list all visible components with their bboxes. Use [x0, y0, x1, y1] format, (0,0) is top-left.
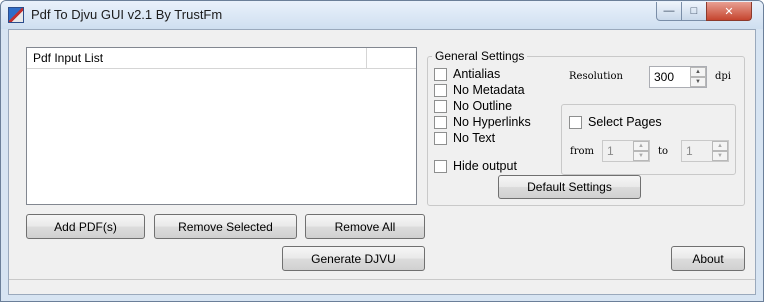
list-header: Pdf Input List — [27, 48, 416, 69]
resolution-spinner[interactable]: 300 ▲ ▼ — [649, 66, 707, 88]
to-spin-arrows: ▲ ▼ — [712, 141, 728, 161]
no-hyperlinks-checkbox[interactable] — [434, 115, 447, 129]
generate-djvu-button[interactable]: Generate DJVU — [282, 246, 425, 271]
no-hyperlinks-label: No Hyperlinks — [453, 115, 531, 129]
spin-up-icon: ▲ — [633, 141, 649, 151]
select-pages-label: Select Pages — [588, 115, 662, 129]
default-settings-button[interactable]: Default Settings — [498, 175, 641, 199]
from-page-spinner: 1 ▲ ▼ — [602, 140, 650, 162]
pdf-input-list[interactable]: Pdf Input List — [26, 47, 417, 205]
antialias-label: Antialias — [453, 67, 501, 81]
select-pages-option[interactable]: Select Pages — [569, 115, 662, 129]
no-text-label: No Text — [453, 131, 496, 145]
remove-all-button[interactable]: Remove All — [305, 214, 425, 239]
no-outline-label: No Outline — [453, 99, 513, 113]
close-button[interactable]: ✕ — [706, 2, 752, 21]
maximize-button[interactable]: □ — [681, 2, 707, 21]
title-bar[interactable]: Pdf To Djvu GUI v2.1 By TrustFm — □ ✕ — [1, 1, 763, 29]
no-metadata-checkbox[interactable] — [434, 83, 447, 97]
no-metadata-label: No Metadata — [453, 83, 525, 97]
general-settings-legend: General Settings — [432, 49, 528, 63]
antialias-option[interactable]: Antialias — [434, 67, 500, 81]
column-header-secondary[interactable] — [367, 48, 416, 69]
from-spin-arrows: ▲ ▼ — [633, 141, 649, 161]
no-text-checkbox[interactable] — [434, 131, 447, 145]
status-bar — [9, 279, 755, 294]
window-title: Pdf To Djvu GUI v2.1 By TrustFm — [31, 7, 223, 22]
column-header-pdf-input-list[interactable]: Pdf Input List — [27, 48, 367, 69]
no-hyperlinks-option[interactable]: No Hyperlinks — [434, 115, 531, 129]
spin-down-icon: ▼ — [633, 151, 649, 161]
app-window: Pdf To Djvu GUI v2.1 By TrustFm — □ ✕ Pd… — [0, 0, 764, 302]
from-page-value: 1 — [607, 144, 614, 158]
spin-up-icon[interactable]: ▲ — [690, 67, 706, 77]
to-page-value: 1 — [686, 144, 693, 158]
hide-output-checkbox[interactable] — [434, 159, 447, 173]
no-outline-checkbox[interactable] — [434, 99, 447, 113]
spin-up-icon: ▲ — [712, 141, 728, 151]
about-button[interactable]: About — [671, 246, 745, 271]
from-label: from — [570, 146, 594, 157]
resolution-value[interactable]: 300 — [654, 70, 674, 84]
remove-selected-button[interactable]: Remove Selected — [154, 214, 297, 239]
app-icon — [8, 7, 24, 23]
antialias-checkbox[interactable] — [434, 67, 447, 81]
minimize-button[interactable]: — — [656, 2, 682, 21]
to-label: to — [658, 146, 669, 157]
to-page-spinner: 1 ▲ ▼ — [681, 140, 729, 162]
resolution-label: Resolution — [569, 71, 623, 82]
no-text-option[interactable]: No Text — [434, 131, 495, 145]
resolution-spin-arrows[interactable]: ▲ ▼ — [690, 67, 706, 87]
client-area: Pdf Input List Add PDF(s) Remove Selecte… — [8, 29, 756, 295]
spin-down-icon: ▼ — [712, 151, 728, 161]
no-metadata-option[interactable]: No Metadata — [434, 83, 525, 97]
hide-output-option[interactable]: Hide output — [434, 159, 517, 173]
select-pages-checkbox[interactable] — [569, 115, 582, 129]
no-outline-option[interactable]: No Outline — [434, 99, 512, 113]
dpi-unit-label: dpi — [715, 71, 732, 82]
spin-down-icon[interactable]: ▼ — [690, 77, 706, 87]
hide-output-label: Hide output — [453, 159, 517, 173]
add-pdfs-button[interactable]: Add PDF(s) — [26, 214, 145, 239]
